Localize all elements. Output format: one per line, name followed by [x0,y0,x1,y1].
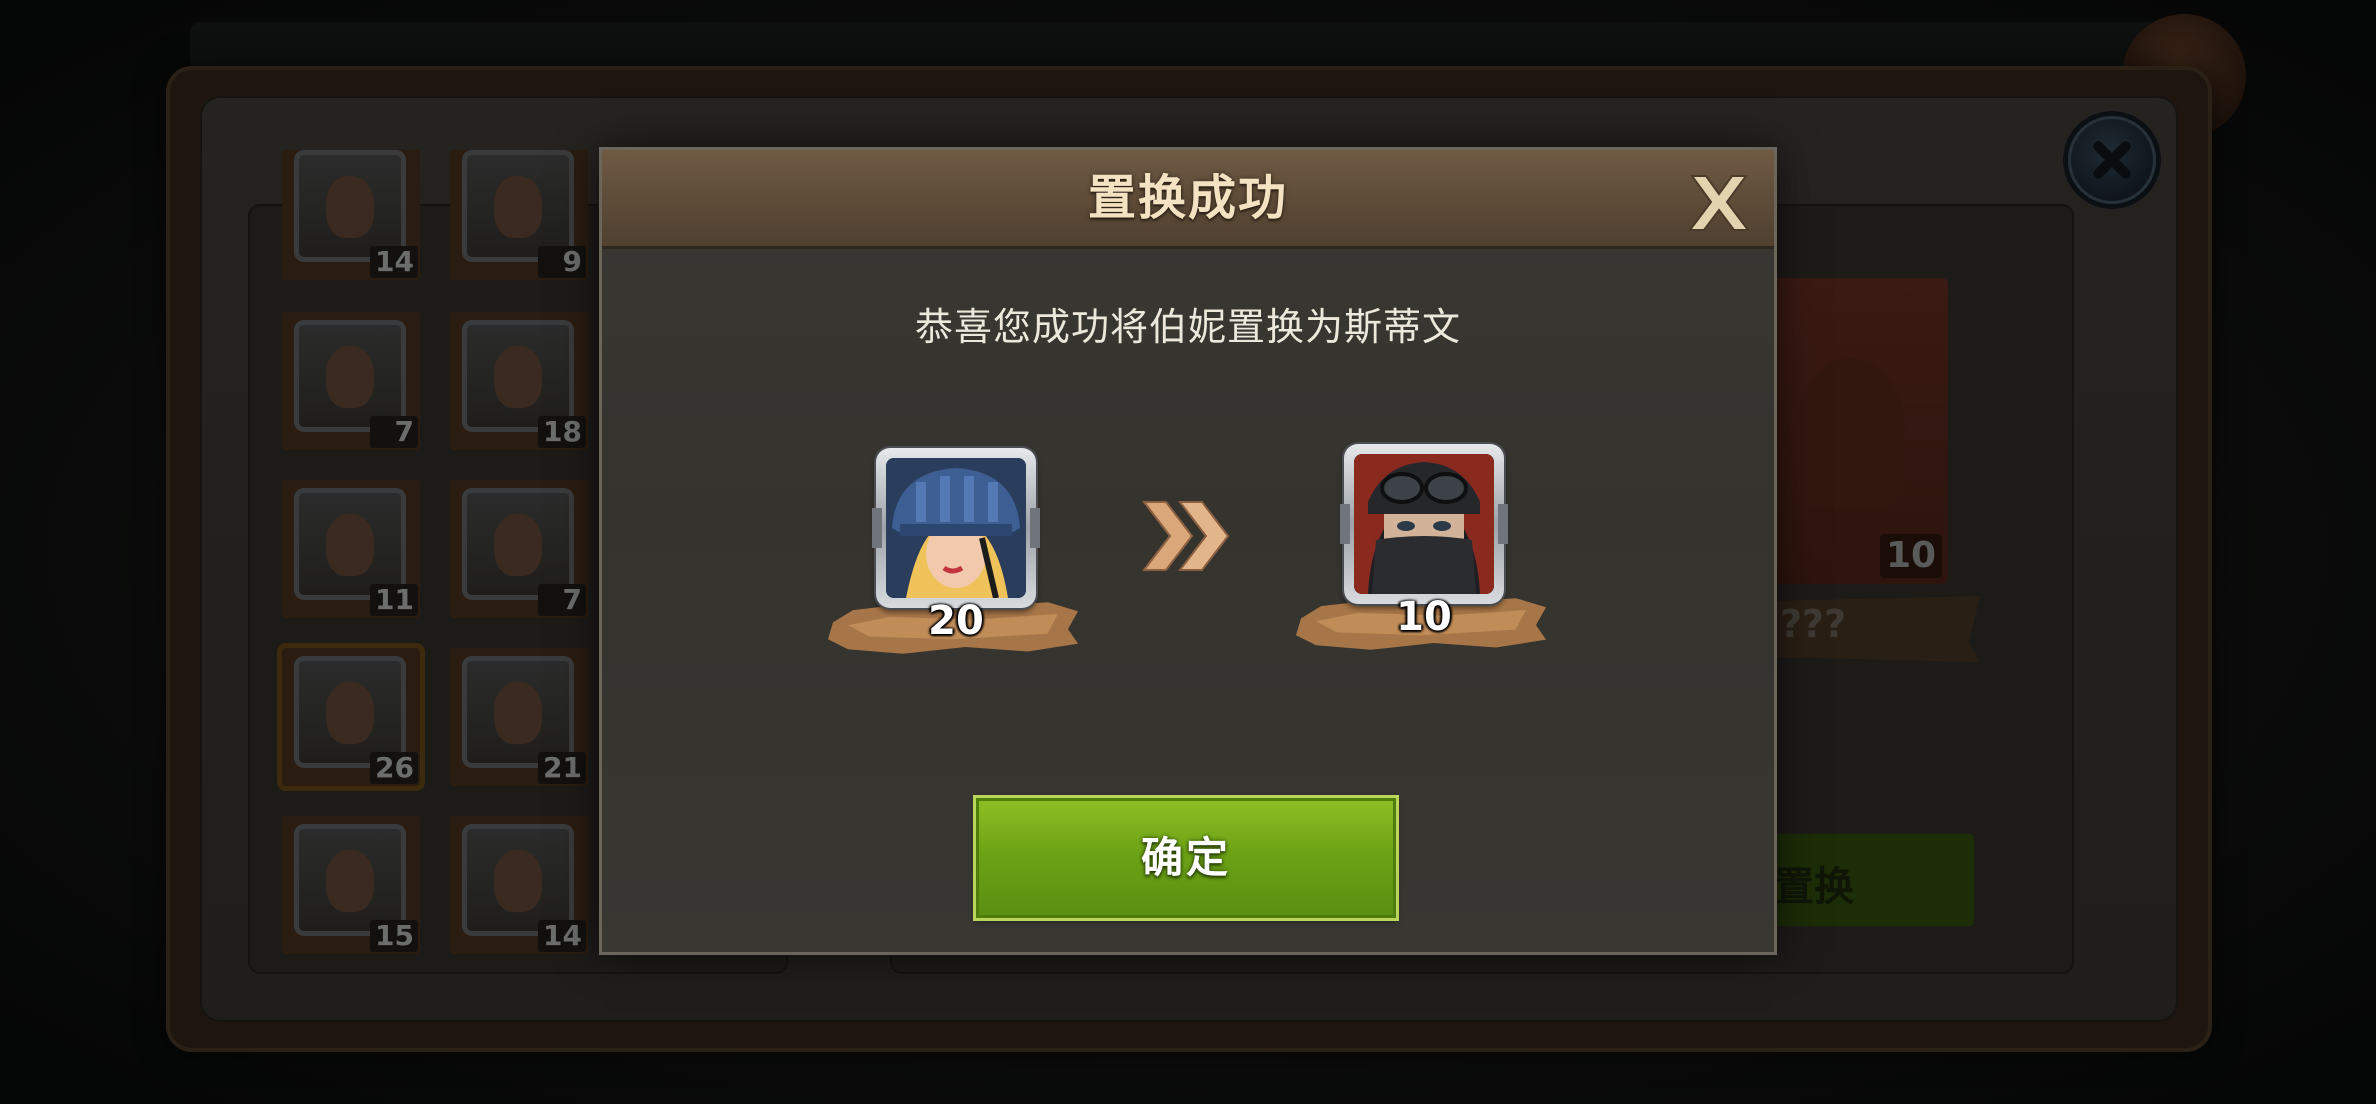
hero-slot[interactable]: 21 [450,648,588,786]
hero-level: 7 [370,416,418,448]
hero-level: 14 [538,920,586,952]
confirm-button-label: 确定 [1140,833,1231,882]
portrait-frame [872,448,1040,608]
hero-level: 9 [538,246,586,278]
double-chevron-right-icon [1141,501,1230,571]
dialog-message: 恭喜您成功将伯妮置换为斯蒂文 [914,305,1461,349]
helmet-girl-portrait-icon [886,458,1026,598]
background-close-icon[interactable] [2068,116,2156,204]
target-hero-name: ??? [1780,602,1847,646]
from-hero-portrait: 20 [828,448,1078,668]
hero-level: 18 [538,416,586,448]
hero-slot[interactable]: 14 [450,816,588,954]
dialog-title: 置换成功 [1087,170,1288,226]
hero-slot[interactable]: 15 [282,816,420,954]
confirm-button[interactable]: 确定 [976,798,1396,918]
hero-slot[interactable]: 7 [282,312,420,450]
from-hero-level: 20 [928,598,984,644]
hero-level: 7 [538,584,586,616]
game-screen: 14 9 7 18 11 7 26 21 15 14 10 ??? 置换 置换成… [0,0,2376,1104]
hero-level: 14 [370,246,418,278]
to-hero-portrait: 10 [1296,444,1546,664]
to-hero-level: 10 [1396,594,1452,640]
hero-slot[interactable]: 18 [450,312,588,450]
hero-slot[interactable]: 11 [282,480,420,618]
portrait-frame [1340,444,1508,604]
target-hero-level: 10 [1880,534,1942,578]
hero-slot-selected[interactable]: 26 [282,648,420,786]
swap-button[interactable]: 置换 [1760,834,1974,926]
hero-silhouette-icon [1796,358,1906,508]
swap-button-label: 置换 [1774,864,1854,910]
hero-slot[interactable]: 7 [450,480,588,618]
target-hero-card: 10 [1770,278,1948,584]
hero-level: 11 [370,584,418,616]
close-x-icon[interactable] [1686,172,1752,234]
masked-soldier-portrait-icon [1354,454,1494,594]
hero-level: 21 [538,752,586,784]
hero-level: 15 [370,920,418,952]
hero-level: 26 [370,752,418,784]
